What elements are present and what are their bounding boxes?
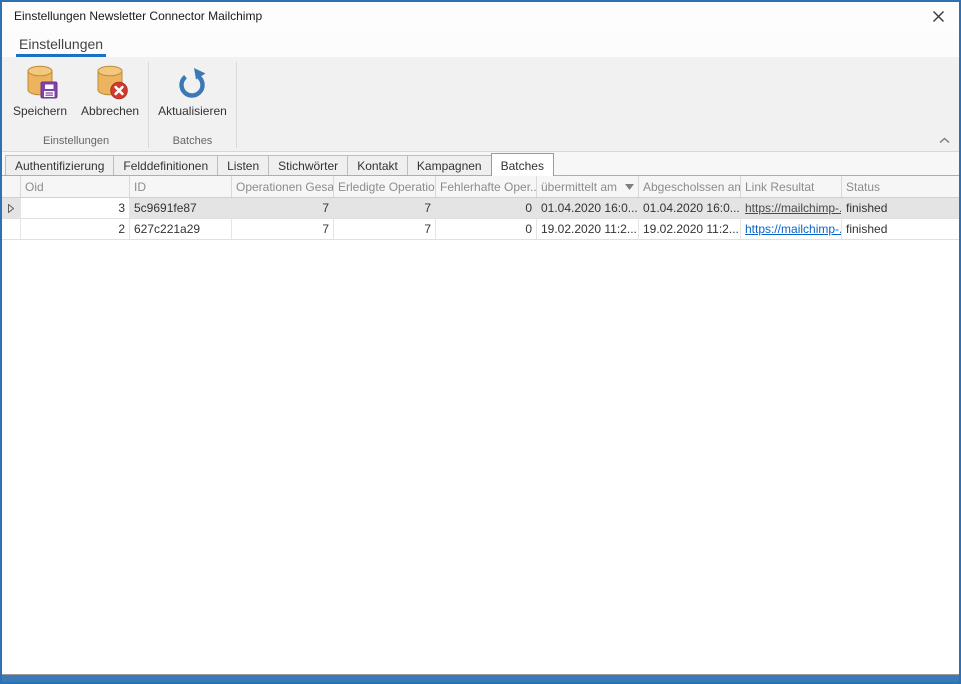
cell-link-resultat: https://mailchimp-... [741, 198, 842, 218]
cell-fehlerhafte-operationen[interactable]: 0 [436, 219, 537, 239]
table-row: 3 5c9691fe87 7 7 0 01.04.2020 16:0... 01… [2, 198, 959, 219]
database-cancel-icon [92, 64, 128, 102]
batches-grid: Oid ID Operationen Gesa... Erledigte Ope… [2, 176, 959, 674]
cell-operationen-gesamt[interactable]: 7 [232, 219, 334, 239]
column-header-status[interactable]: Status [842, 176, 959, 197]
tab-stichwoerter[interactable]: Stichwörter [268, 155, 348, 175]
column-header-operationen-gesamt[interactable]: Operationen Gesa... [232, 176, 334, 197]
column-header-id[interactable]: ID [130, 176, 232, 197]
column-header-oid[interactable]: Oid [21, 176, 130, 197]
window-title: Einstellungen Newsletter Connector Mailc… [14, 9, 262, 23]
abbrechen-label: Abbrechen [81, 104, 139, 118]
ribbon: Speichern Abbrechen Einstellungen [2, 57, 959, 152]
result-link[interactable]: https://mailchimp-... [745, 222, 842, 236]
chevron-up-icon [939, 137, 950, 144]
cell-erledigte-operationen[interactable]: 7 [334, 219, 436, 239]
cell-erledigte-operationen[interactable]: 7 [334, 198, 436, 218]
speichern-button[interactable]: Speichern [6, 62, 74, 135]
tab-authentifizierung[interactable]: Authentifizierung [5, 155, 114, 175]
sort-descending-icon [623, 184, 634, 190]
aktualisieren-button[interactable]: Aktualisieren [151, 62, 234, 135]
tab-batches[interactable]: Batches [491, 153, 554, 176]
cell-uebermittelt-am[interactable]: 19.02.2020 11:2... [537, 219, 639, 239]
column-header-uebermittelt-am-label: übermittelt am [541, 180, 617, 194]
column-header-fehlerhafte-operationen[interactable]: Fehlerhafte Oper... [436, 176, 537, 197]
ribbon-group-label-einstellungen: Einstellungen [6, 135, 146, 151]
aktualisieren-label: Aktualisieren [158, 104, 227, 118]
ribbon-collapse-button[interactable] [936, 134, 952, 146]
ribbon-group-label-batches: Batches [151, 135, 234, 151]
close-icon [932, 10, 945, 23]
cell-fehlerhafte-operationen[interactable]: 0 [436, 198, 537, 218]
ribbon-group-batches: Aktualisieren Batches [151, 57, 234, 151]
titlebar: Einstellungen Newsletter Connector Mailc… [2, 2, 959, 30]
cell-status[interactable]: finished [842, 219, 959, 239]
cell-abgeschlossen-am[interactable]: 01.04.2020 16:0... [639, 198, 741, 218]
cell-uebermittelt-am[interactable]: 01.04.2020 16:0... [537, 198, 639, 218]
speichern-label: Speichern [13, 104, 67, 118]
close-button[interactable] [917, 2, 959, 30]
ribbon-tab-row: Einstellungen [2, 30, 959, 57]
row-indicator [2, 219, 21, 239]
column-header-link-resultat[interactable]: Link Resultat [741, 176, 842, 197]
cell-status[interactable]: finished [842, 198, 959, 218]
database-save-icon [22, 64, 58, 102]
ribbon-group-separator [236, 62, 237, 148]
tab-kontakt[interactable]: Kontakt [347, 155, 408, 175]
cell-operationen-gesamt[interactable]: 7 [232, 198, 334, 218]
ribbon-group-einstellungen: Speichern Abbrechen Einstellungen [6, 57, 146, 151]
cell-abgeschlossen-am[interactable]: 19.02.2020 11:2... [639, 219, 741, 239]
ribbon-tab-einstellungen[interactable]: Einstellungen [16, 34, 106, 57]
column-header-uebermittelt-am[interactable]: übermittelt am [537, 176, 639, 197]
tab-listen[interactable]: Listen [217, 155, 269, 175]
ribbon-group-separator [148, 62, 149, 148]
cell-link-resultat: https://mailchimp-... [741, 219, 842, 239]
table-row: 2 627c221a29 7 7 0 19.02.2020 11:2... 19… [2, 219, 959, 240]
cell-oid[interactable]: 2 [21, 219, 130, 239]
refresh-icon [174, 64, 210, 102]
tab-kampagnen[interactable]: Kampagnen [407, 155, 492, 175]
grid-header-indicator [2, 176, 21, 197]
grid-header-row: Oid ID Operationen Gesa... Erledigte Ope… [2, 176, 959, 198]
tab-felddefinitionen[interactable]: Felddefinitionen [113, 155, 218, 175]
row-indicator [2, 198, 21, 218]
column-header-abgeschlossen-am[interactable]: Abgescholssen am [639, 176, 741, 197]
cell-oid[interactable]: 3 [21, 198, 130, 218]
column-header-erledigte-operationen[interactable]: Erledigte Operatio... [334, 176, 436, 197]
abbrechen-button[interactable]: Abbrechen [74, 62, 146, 135]
cell-id[interactable]: 5c9691fe87 [130, 198, 232, 218]
settings-window: Einstellungen Newsletter Connector Mailc… [0, 0, 961, 684]
result-link[interactable]: https://mailchimp-... [745, 201, 842, 215]
cell-id[interactable]: 627c221a29 [130, 219, 232, 239]
bottom-status-strip [2, 674, 959, 682]
grid-empty-area [2, 240, 959, 674]
row-indicator-arrow-icon [8, 204, 14, 213]
page-tabstrip: Authentifizierung Felddefinitionen Liste… [2, 152, 959, 176]
